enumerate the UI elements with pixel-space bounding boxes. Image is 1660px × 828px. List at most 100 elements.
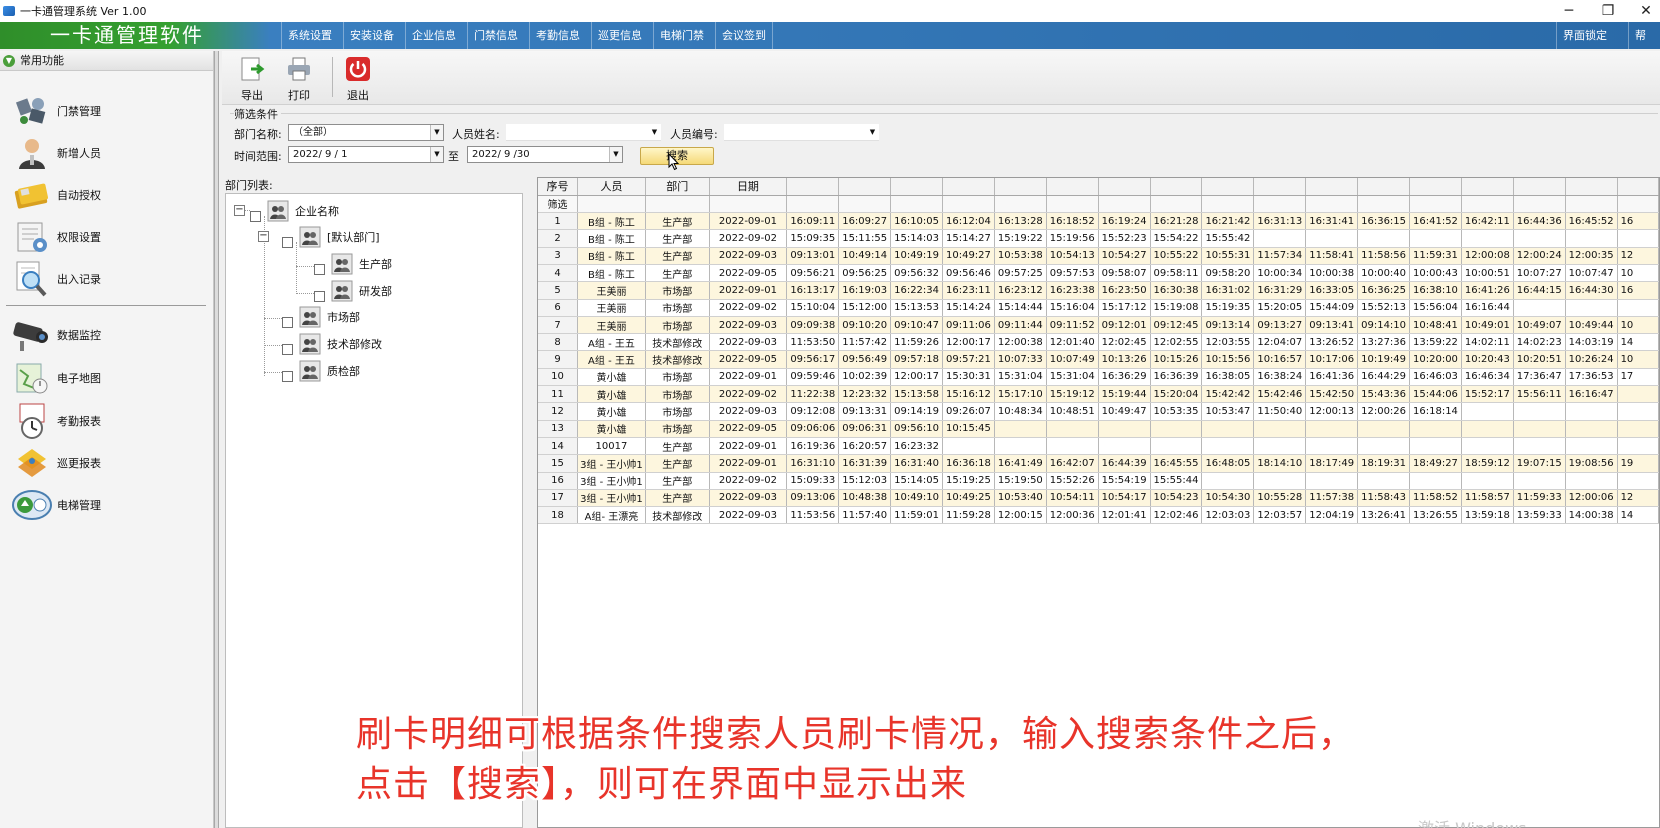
table-row[interactable]: 15 3组 - 王小帅1 生产部 2022-09-01 16:31:10 16:31:39…: [538, 454, 1659, 473]
tree-node-rd[interactable]: 研发部: [314, 280, 392, 302]
sidebar-splitter[interactable]: [214, 51, 219, 828]
filter-cell[interactable]: [942, 195, 995, 214]
filter-cell[interactable]: [1461, 195, 1514, 214]
menu-help[interactable]: 帮助: [1628, 22, 1660, 69]
column-header-time[interactable]: [1046, 178, 1099, 196]
table-row[interactable]: 10 黄小雄 市场部 2022-09-01 09:59:46 10:02:39 12:00:…: [538, 368, 1659, 387]
sidebar-item-data-monitor[interactable]: 数据监控: [12, 315, 202, 355]
column-header-time[interactable]: [1201, 178, 1255, 196]
filter-cell[interactable]: [1150, 195, 1203, 214]
column-header-time[interactable]: [1305, 178, 1359, 196]
table-row[interactable]: 17 3组 - 王小帅1 生产部 2022-09-03 09:13:06 10:48:38…: [538, 489, 1659, 508]
column-header-date[interactable]: 日期: [709, 178, 788, 196]
column-header-time[interactable]: [1098, 178, 1151, 196]
table-row[interactable]: 8 A组 - 王五 技术部修改 2022-09-03 11:53:50 11:57:42 1…: [538, 333, 1659, 352]
filter-cell[interactable]: [1565, 195, 1618, 214]
tree-checkbox[interactable]: [314, 263, 325, 275]
person-id-input[interactable]: ▼: [724, 124, 879, 141]
menu-company-info[interactable]: 企业信息: [405, 22, 462, 49]
tree-checkbox[interactable]: [282, 370, 293, 382]
print-button[interactable]: 打印: [279, 54, 319, 102]
table-row[interactable]: 4 B组 - 陈工 生产部 2022-09-05 09:56:21 09:56:25 09:…: [538, 264, 1659, 283]
menu-access-info[interactable]: 门禁信息: [467, 22, 524, 49]
tree-checkbox[interactable]: [250, 210, 261, 222]
column-header-time[interactable]: [1513, 178, 1566, 196]
filter-cell[interactable]: [838, 195, 892, 214]
sidebar-item-elevator-management[interactable]: 电梯管理: [12, 485, 202, 525]
tree-node-marketing[interactable]: 市场部: [282, 306, 360, 328]
table-row[interactable]: 13 黄小雄 市场部 2022-09-05 09:06:06 09:06:31 09:56:…: [538, 420, 1659, 438]
table-row[interactable]: 11 黄小雄 市场部 2022-09-02 11:22:38 12:23:32 15:13:…: [538, 385, 1659, 404]
table-row[interactable]: 1 B组 - 陈工 生产部 2022-09-01 16:09:11 16:09:27 16:…: [538, 212, 1659, 231]
tree-checkbox[interactable]: [282, 343, 293, 355]
column-header-time[interactable]: [1461, 178, 1514, 196]
date-to-picker[interactable]: 2022/ 9 /30 ▼: [467, 146, 623, 163]
sidebar-item-permission-settings[interactable]: 权限设置: [12, 217, 202, 257]
menu-lock-ui[interactable]: 界面锁定: [1556, 22, 1613, 49]
table-row[interactable]: 18 A组- 王漂亮 技术部修改 2022-09-03 11:53:56 11:57:40…: [538, 506, 1659, 525]
filter-cell[interactable]: [1617, 195, 1659, 214]
menu-install-device[interactable]: 安装设备: [343, 22, 400, 49]
tree-node-tech[interactable]: 技术部修改: [282, 333, 382, 355]
restore-button[interactable]: ❐: [1589, 0, 1627, 22]
table-row[interactable]: 6 王美丽 市场部 2022-09-02 15:10:04 15:12:00 15:13:5…: [538, 299, 1659, 317]
column-header-time[interactable]: [838, 178, 892, 196]
sidebar-item-add-person[interactable]: 新增人员: [12, 133, 202, 173]
tree-checkbox[interactable]: [282, 316, 293, 328]
collapse-chevron-icon[interactable]: ▼: [3, 55, 15, 67]
table-row[interactable]: 14 10017 生产部 2022-09-01 16:19:36 16:20:57 16:2…: [538, 437, 1659, 456]
column-header-time[interactable]: [994, 178, 1047, 196]
filter-cell[interactable]: [1409, 195, 1462, 214]
dropdown-arrow-icon[interactable]: ▼: [648, 124, 661, 140]
sidebar-item-e-map[interactable]: 电子地图: [12, 358, 202, 398]
person-name-input[interactable]: ▼: [506, 124, 661, 141]
dept-name-select[interactable]: （全部） ▼: [288, 124, 444, 141]
table-row[interactable]: 16 3组 - 王小帅1 生产部 2022-09-02 15:09:33 15:12:03…: [538, 472, 1659, 490]
sidebar-item-door-access[interactable]: 门禁管理: [12, 91, 202, 131]
export-button[interactable]: 导出: [232, 54, 272, 102]
sidebar-item-attendance-report[interactable]: 考勤报表: [12, 401, 202, 441]
filter-cell[interactable]: [786, 195, 840, 214]
column-header-seq[interactable]: 序号: [538, 178, 579, 196]
date-from-picker[interactable]: 2022/ 9 / 1 ▼: [288, 146, 444, 163]
column-header-time[interactable]: [1357, 178, 1410, 196]
exit-button[interactable]: 退出: [338, 54, 378, 102]
sidebar-item-auto-authorize[interactable]: 自动授权: [12, 175, 202, 215]
menu-system-settings[interactable]: 系统设置: [281, 22, 338, 49]
filter-cell[interactable]: [577, 195, 646, 214]
tree-node-production[interactable]: 生产部: [314, 253, 392, 275]
filter-cell[interactable]: [1513, 195, 1566, 214]
filter-cell[interactable]: [645, 195, 710, 214]
column-header-time[interactable]: [890, 178, 943, 196]
collapse-toggle-icon[interactable]: −: [258, 231, 269, 242]
filter-cell[interactable]: [1305, 195, 1359, 214]
menu-elevator-access[interactable]: 电梯门禁: [653, 22, 710, 49]
column-header-person[interactable]: 人员: [577, 178, 646, 196]
table-row[interactable]: 2 B组 - 陈工 生产部 2022-09-02 15:09:35 15:11:55 15:…: [538, 229, 1659, 248]
menu-attendance-info[interactable]: 考勤信息: [529, 22, 586, 49]
column-header-time[interactable]: [1409, 178, 1462, 196]
tree-checkbox[interactable]: [282, 236, 293, 248]
table-row[interactable]: 3 B组 - 陈工 生产部 2022-09-03 09:13:01 10:49:14 10:…: [538, 247, 1659, 265]
tree-node-qa[interactable]: 质检部: [282, 360, 360, 382]
column-header-time[interactable]: [786, 178, 840, 196]
column-header-time[interactable]: [1253, 178, 1307, 196]
filter-cell[interactable]: [1201, 195, 1255, 214]
dropdown-arrow-icon[interactable]: ▼: [430, 125, 443, 140]
filter-cell[interactable]: [890, 195, 943, 214]
tree-node-root[interactable]: 企业名称: [250, 200, 339, 222]
column-header-time[interactable]: [942, 178, 995, 196]
filter-cell[interactable]: [1098, 195, 1151, 214]
table-row[interactable]: 5 王美丽 市场部 2022-09-01 16:13:17 16:19:03 16:22:3…: [538, 281, 1659, 300]
dropdown-arrow-icon[interactable]: ▼: [430, 147, 443, 162]
filter-cell[interactable]: [1253, 195, 1307, 214]
table-row[interactable]: 9 A组 - 王五 技术部修改 2022-09-05 09:56:17 09:56:49 0…: [538, 350, 1659, 369]
filter-cell[interactable]: [994, 195, 1047, 214]
close-button[interactable]: ✕: [1627, 0, 1660, 22]
column-header-time[interactable]: [1150, 178, 1203, 196]
column-header-dept[interactable]: 部门: [645, 178, 710, 196]
filter-cell[interactable]: [709, 195, 788, 214]
menu-patrol-info[interactable]: 巡更信息: [591, 22, 648, 49]
table-row[interactable]: 12 黄小雄 市场部 2022-09-03 09:12:08 09:13:31 09:14:…: [538, 402, 1659, 421]
sidebar-item-patrol-report[interactable]: 巡更报表: [12, 443, 202, 483]
